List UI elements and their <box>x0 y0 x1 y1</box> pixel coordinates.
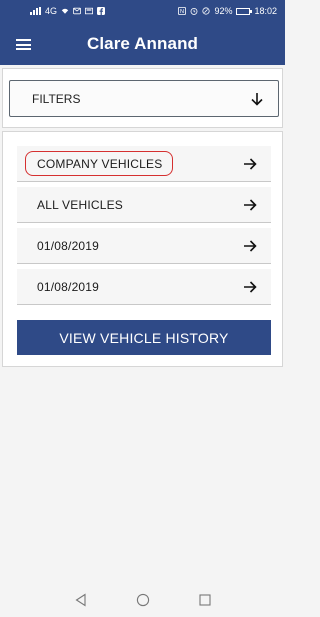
wifi-icon <box>61 8 69 14</box>
list-item-label: ALL VEHICLES <box>37 197 123 212</box>
vehicle-list-card: COMPANY VEHICLES ALL VEHICLES 01/08/2019… <box>2 131 283 367</box>
alarm-icon <box>191 7 198 15</box>
notification-icon <box>73 7 82 15</box>
arrow-right-icon <box>244 198 257 211</box>
recents-square-icon[interactable] <box>198 593 212 607</box>
nfc-icon: N <box>178 7 187 15</box>
back-triangle-icon[interactable] <box>74 593 88 607</box>
list-item-company-vehicles[interactable]: COMPANY VEHICLES <box>17 146 271 182</box>
view-vehicle-history-button[interactable]: VIEW VEHICLE HISTORY <box>17 320 271 355</box>
list-item-all-vehicles[interactable]: ALL VEHICLES <box>17 187 271 223</box>
signal-icon <box>30 7 41 15</box>
status-bar: 4G N 92% 18:02 <box>0 0 285 22</box>
battery-percent-text: 92% <box>214 6 233 16</box>
list-item-label: 01/08/2019 <box>37 238 100 253</box>
home-circle-icon[interactable] <box>136 593 150 607</box>
filters-label: FILTERS <box>32 91 81 106</box>
network-type-text: 4G <box>45 6 58 16</box>
list-item-label: COMPANY VEHICLES <box>37 156 163 171</box>
filters-card: FILTERS <box>2 68 283 128</box>
list-item-date-1[interactable]: 01/08/2019 <box>17 228 271 264</box>
filters-button[interactable]: FILTERS <box>9 80 279 117</box>
facebook-icon <box>97 7 106 15</box>
app-bar: Clare Annand <box>0 22 285 65</box>
system-nav-bar <box>0 583 285 617</box>
data-saver-icon <box>202 7 211 15</box>
battery-icon <box>236 7 253 15</box>
status-left-icons: 4G <box>30 6 106 16</box>
message-icon <box>85 7 94 15</box>
arrow-right-icon <box>244 239 257 252</box>
arrow-down-icon <box>251 92 263 106</box>
arrow-right-icon <box>244 157 257 170</box>
arrow-right-icon <box>244 280 257 293</box>
status-right-icons: N 92% 18:02 <box>178 6 277 16</box>
list-item-label: 01/08/2019 <box>37 279 100 294</box>
svg-text:N: N <box>180 9 184 15</box>
clock-text: 18:02 <box>254 6 277 16</box>
hamburger-menu-icon[interactable] <box>16 39 31 50</box>
page-title: Clare Annand <box>86 33 199 53</box>
list-item-date-2[interactable]: 01/08/2019 <box>17 269 271 305</box>
